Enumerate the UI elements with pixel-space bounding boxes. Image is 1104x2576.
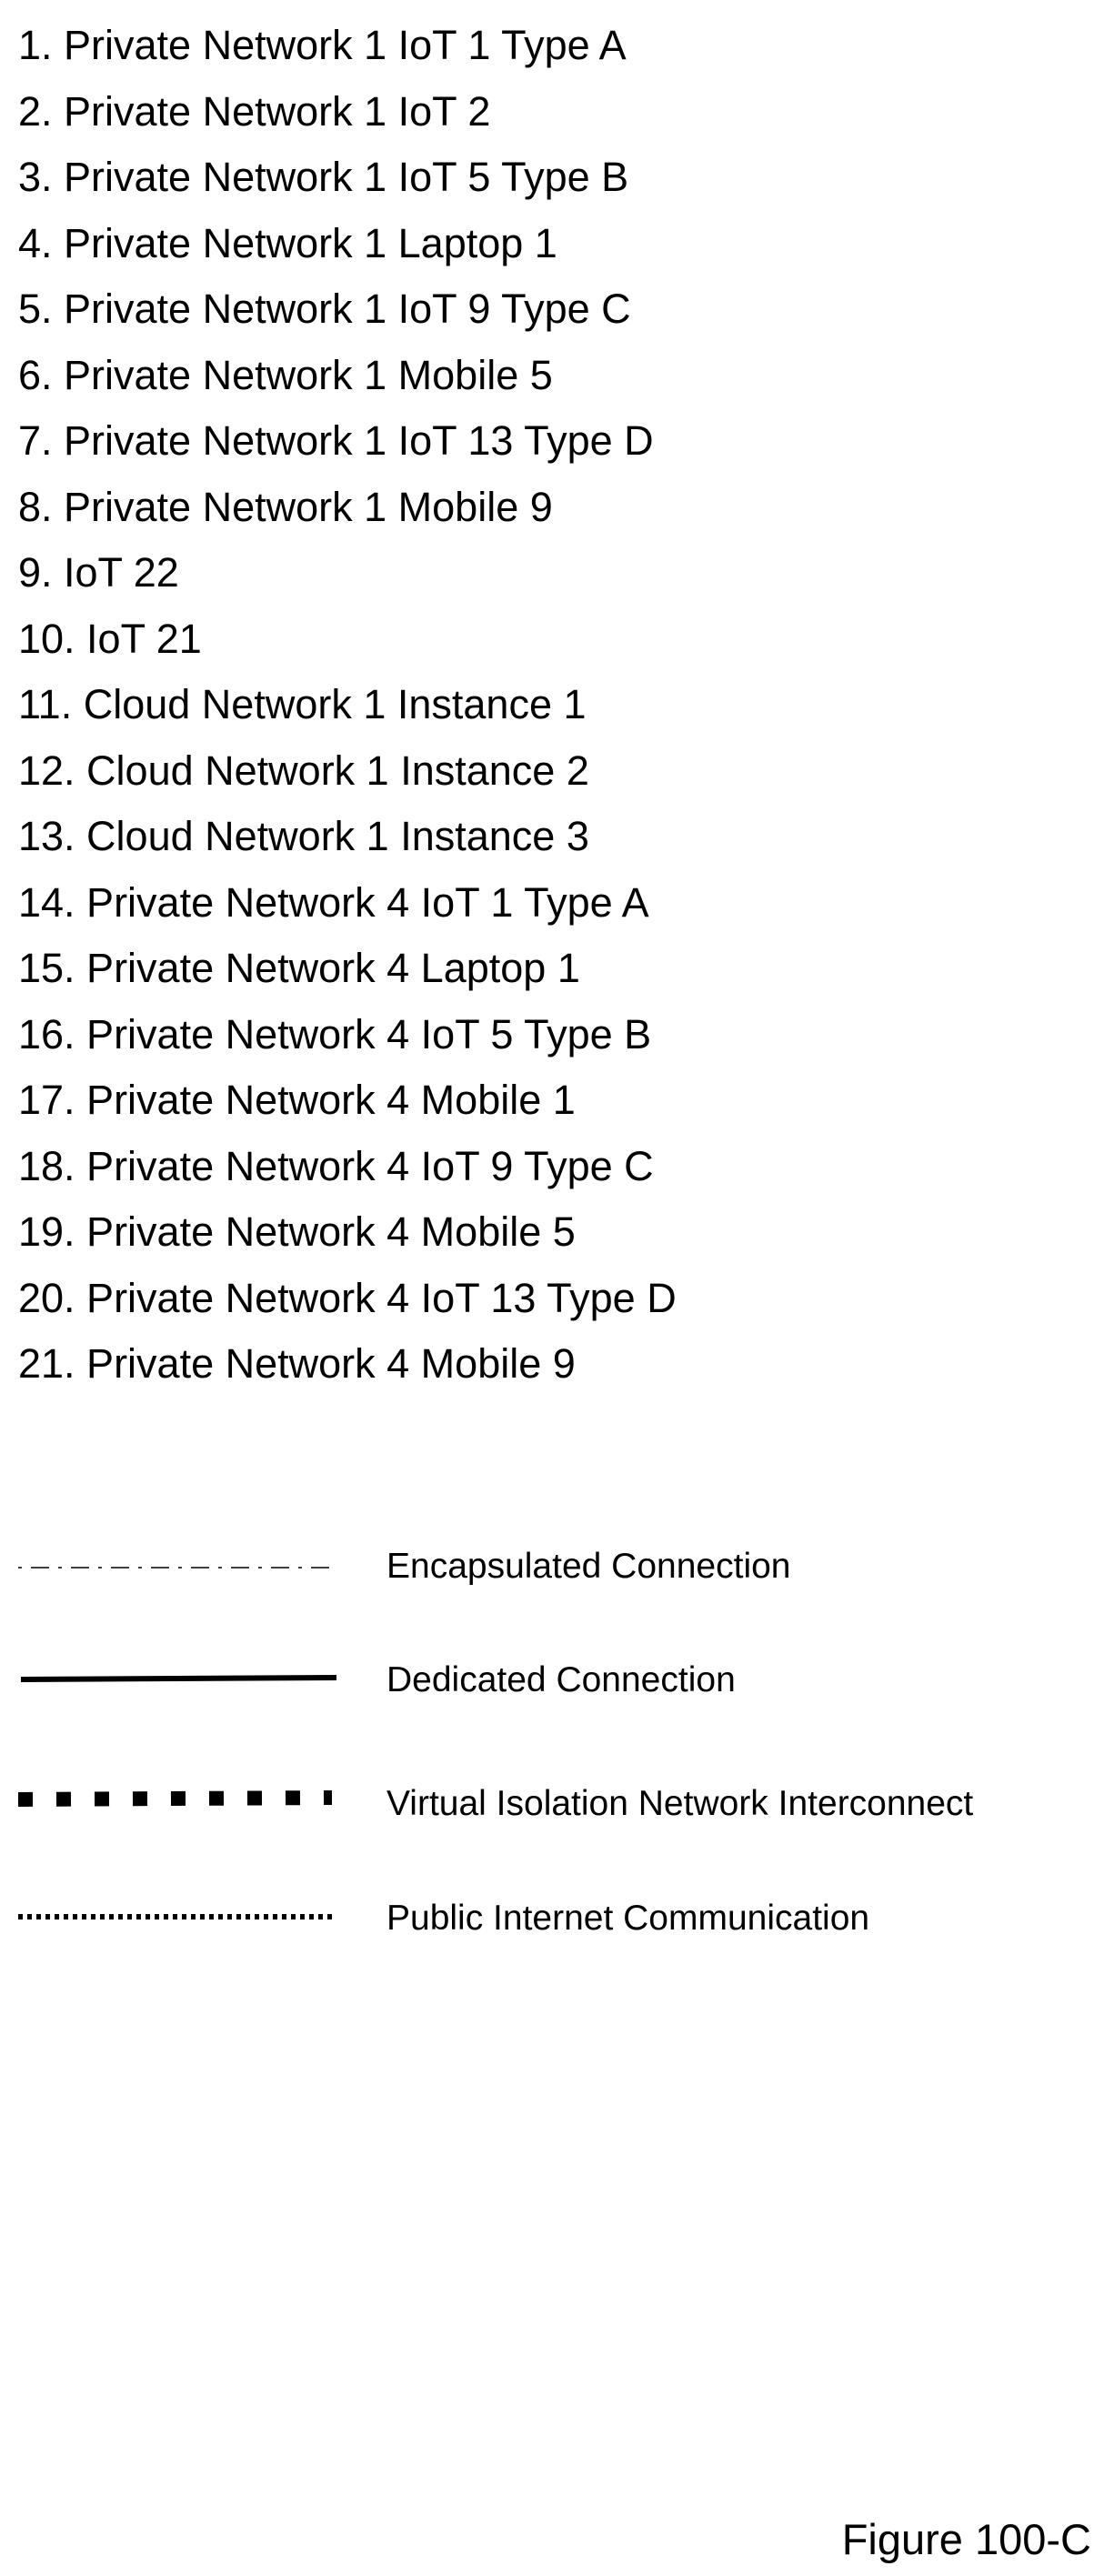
list-item: 14. Private Network 4 IoT 1 Type A [18, 878, 649, 926]
legend-label: Public Internet Communication [386, 1899, 870, 1938]
list-item: 21. Private Network 4 Mobile 9 [18, 1340, 576, 1387]
figure-label: Figure 100-C [841, 2515, 1091, 2563]
list-item: 12. Cloud Network 1 Instance 2 [18, 747, 589, 794]
list-item: 11. Cloud Network 1 Instance 1 [18, 681, 587, 727]
list-item: 6. Private Network 1 Mobile 5 [18, 351, 553, 398]
list-item: 17. Private Network 4 Mobile 1 [18, 1077, 576, 1123]
list-item: 8. Private Network 1 Mobile 9 [18, 483, 553, 530]
list-item: 16. Private Network 4 IoT 5 Type B [18, 1010, 652, 1057]
legend-label: Dedicated Connection [386, 1660, 736, 1699]
list-item: 18. Private Network 4 IoT 9 Type C [18, 1142, 654, 1189]
list-item: 5. Private Network 1 IoT 9 Type C [18, 286, 631, 332]
list-item: 3. Private Network 1 IoT 5 Type B [18, 154, 629, 200]
dash-dot-line-icon [18, 1567, 332, 1569]
list-item: 20. Private Network 4 IoT 13 Type D [18, 1274, 677, 1321]
list-item: 15. Private Network 4 Laptop 1 [18, 945, 580, 991]
solid-thick-line-icon [20, 1675, 337, 1682]
dotted-line-icon [18, 1914, 332, 1919]
list-item: 19. Private Network 4 Mobile 5 [18, 1208, 576, 1255]
legend-row-encapsulated: Encapsulated Connection [18, 1546, 1019, 1600]
list-item: 7. Private Network 1 IoT 13 Type D [18, 417, 654, 464]
list-item: 2. Private Network 1 IoT 2 [18, 87, 491, 135]
legend-label: Virtual Isolation Network Interconnect [386, 1784, 974, 1823]
list-item: 9. IoT 22 [18, 549, 179, 596]
device-list: 1. Private Network 1 IoT 1 Type A 2. Pri… [18, 13, 677, 1398]
legend-row-dedicated: Dedicated Connection [18, 1659, 1019, 1714]
legend-row-virtual-isolation: Virtual Isolation Network Interconnect [18, 1778, 1019, 1832]
list-item: 1. Private Network 1 IoT 1 Type A [18, 22, 627, 68]
list-item: 10. IoT 21 [18, 615, 202, 662]
list-item: 13. Cloud Network 1 Instance 3 [18, 813, 589, 859]
list-item: 4. Private Network 1 Laptop 1 [18, 219, 557, 266]
block-dashed-line-icon [18, 1790, 333, 1807]
legend-row-public-internet: Public Internet Communication [18, 1896, 1019, 1950]
legend-label: Encapsulated Connection [386, 1547, 791, 1586]
